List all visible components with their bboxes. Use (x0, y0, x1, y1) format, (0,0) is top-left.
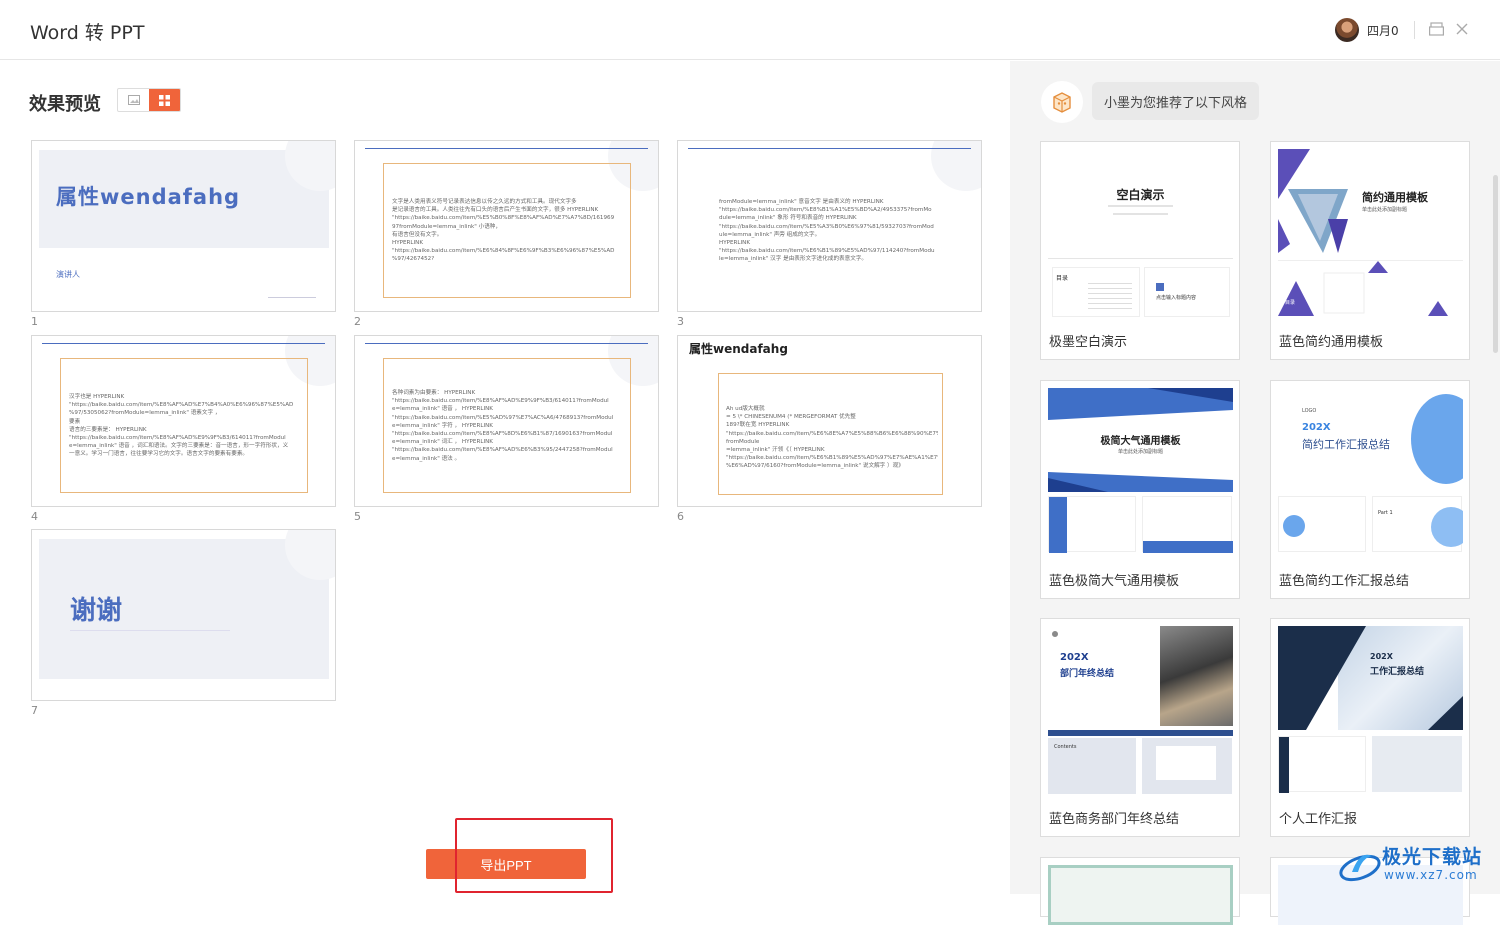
template-card-5[interactable]: 202X 部门年终总结 Contents 蓝色商务部门年终总结 (1040, 618, 1240, 837)
slide-number: 4 (31, 510, 38, 523)
slide-3[interactable]: fromModule=lemma_inlink" 意音文字 是由表义的 HYPE… (677, 140, 982, 312)
template-card-4[interactable]: LOGO 202X 简约工作汇报总结 Part 1 蓝色简约工作汇报总结 (1270, 380, 1470, 599)
slide-title: 属性wendafahg (56, 185, 241, 209)
user-name[interactable]: 四月0 (1367, 22, 1399, 39)
window-restore-icon[interactable] (1426, 19, 1446, 39)
slide-thumbnail-5[interactable]: 各种词素为由要素： HYPERLINK "https://baike.baidu… (354, 335, 659, 524)
export-ppt-button[interactable]: 导出PPT (426, 849, 586, 879)
template-thumbnail: LOGO 202X 简约工作汇报总结 Part 1 (1278, 388, 1463, 558)
template-card-1[interactable]: 空白演示 目录 点击输入标题内容 极墨空白演示 (1040, 141, 1240, 360)
template-card-6[interactable]: 202X 工作汇报总结 个人工作汇报 (1270, 618, 1470, 837)
grid-icon (159, 94, 170, 106)
slide-number: 5 (354, 510, 361, 523)
slide-body-text: 文字是人类用表义符号记录表达信息以传之久远的方式和工具。现代文字多 是记录语言的… (392, 199, 615, 263)
watermark-text: 极光下载站 (1382, 846, 1483, 868)
title-bar: Word 转 PPT 四月0 (0, 0, 1500, 60)
slide-number: 7 (31, 704, 38, 717)
slide-7[interactable]: 谢谢 (31, 529, 336, 701)
template-card-3[interactable]: 极简大气通用模板 单击此处添加副标题 蓝色极简大气通用模板 (1040, 380, 1240, 599)
recommend-message: 小墨为您推荐了以下风格 (1092, 82, 1260, 120)
slide-title: 谢谢 (70, 596, 123, 626)
avatar[interactable] (1335, 18, 1359, 42)
template-thumbnail: 简约通用模板 单击此处添加副标题 目录 (1278, 149, 1463, 319)
template-name: 蓝色极简大气通用模板 (1049, 574, 1180, 589)
slide-subtitle: 演讲人 (56, 270, 80, 279)
close-icon[interactable] (1452, 19, 1472, 39)
slide-body-text: Ah ud版大概就 = 5 \* CHINESENUM4 (* MERGEFOR… (726, 406, 938, 470)
slide-body-text: fromModule=lemma_inlink" 意音文字 是由表义的 HYPE… (719, 199, 935, 263)
view-toggle (117, 88, 181, 112)
template-thumbnail: 202X 工作汇报总结 (1278, 626, 1463, 796)
single-view-button[interactable] (118, 89, 149, 111)
slide-title: 属性wendafahg (689, 342, 788, 356)
assistant-icon (1041, 81, 1083, 123)
slide-number: 2 (354, 315, 361, 328)
slide-number: 6 (677, 510, 684, 523)
watermark: 极光下载站 www.xz7.com (1338, 838, 1498, 890)
template-name: 蓝色商务部门年终总结 (1049, 812, 1180, 827)
app-title: Word 转 PPT (30, 22, 145, 44)
template-card-2[interactable]: 简约通用模板 单击此处添加副标题 目录 蓝色简约通用模板 (1270, 141, 1470, 360)
image-icon (127, 95, 140, 105)
watermark-url: www.xz7.com (1384, 868, 1478, 882)
grid-view-button[interactable] (149, 89, 180, 111)
template-name: 极墨空白演示 (1049, 335, 1128, 350)
preview-panel: 效果预览 属性wendafahg 演讲人 1 文字是人类用表义符号记录表达信息以… (0, 61, 1010, 894)
slide-body-text: 各种词素为由要素： HYPERLINK "https://baike.baidu… (392, 390, 614, 462)
scrollbar[interactable] (1493, 175, 1498, 353)
slide-1[interactable]: 属性wendafahg 演讲人 (31, 140, 336, 312)
slide-thumbnail-2[interactable]: 文字是人类用表义符号记录表达信息以传之久远的方式和工具。现代文字多 是记录语言的… (354, 140, 659, 329)
template-thumbnail: 极简大气通用模板 单击此处添加副标题 (1048, 388, 1233, 558)
watermark-logo-icon (1339, 854, 1381, 882)
slide-number: 3 (677, 315, 684, 328)
template-name: 蓝色简约通用模板 (1279, 335, 1384, 350)
slide-thumbnail-1[interactable]: 属性wendafahg 演讲人 1 (31, 140, 336, 329)
slide-4[interactable]: 汉字也是 HYPERLINK "https://baike.baidu.com/… (31, 335, 336, 507)
slide-5[interactable]: 各种词素为由要素： HYPERLINK "https://baike.baidu… (354, 335, 659, 507)
slide-thumbnail-7[interactable]: 谢谢 7 (31, 529, 336, 718)
template-name: 个人工作汇报 (1279, 812, 1358, 827)
template-thumbnail: 202X 部门年终总结 Contents (1048, 626, 1233, 796)
divider (1414, 21, 1415, 39)
template-name: 蓝色简约工作汇报总结 (1279, 574, 1410, 589)
slide-6[interactable]: 属性wendafahg Ah ud版大概就 = 5 \* CHINESENUM4… (677, 335, 982, 507)
template-card-7[interactable] (1040, 857, 1240, 925)
slide-2[interactable]: 文字是人类用表义符号记录表达信息以传之久远的方式和工具。现代文字多 是记录语言的… (354, 140, 659, 312)
slide-thumbnail-6[interactable]: 属性wendafahg Ah ud版大概就 = 5 \* CHINESENUM4… (677, 335, 982, 524)
preview-title: 效果预览 (29, 94, 101, 115)
recommend-panel: 小墨为您推荐了以下风格 空白演示 目录 点击输入标题内容 极墨空白演示 简约通用… (1010, 61, 1500, 925)
slide-number: 1 (31, 315, 38, 328)
slide-body-text: 汉字也是 HYPERLINK "https://baike.baidu.com/… (69, 394, 294, 458)
template-thumbnail: 空白演示 目录 点击输入标题内容 (1048, 149, 1233, 319)
slide-thumbnail-3[interactable]: fromModule=lemma_inlink" 意音文字 是由表义的 HYPE… (677, 140, 982, 329)
slide-thumbnail-4[interactable]: 汉字也是 HYPERLINK "https://baike.baidu.com/… (31, 335, 336, 524)
